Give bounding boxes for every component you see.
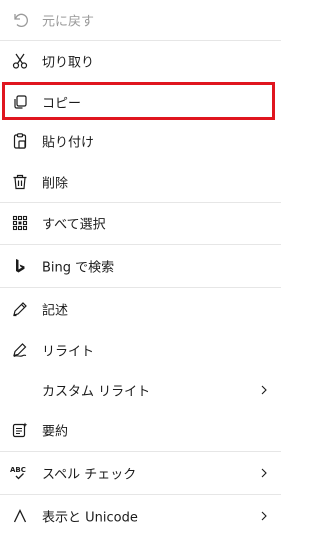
menu-item-display-unicode[interactable]: 表示と Unicode xyxy=(0,496,281,536)
separator xyxy=(0,494,281,495)
spellcheck-icon: ABC xyxy=(10,463,30,483)
menu-item-label: すべて選択 xyxy=(42,217,106,233)
menu-item-label: 元に戻す xyxy=(42,14,95,30)
menu-item-undo[interactable]: 元に戻す xyxy=(0,0,281,40)
trash-icon xyxy=(10,172,30,192)
menu-item-delete[interactable]: 削除 xyxy=(0,162,281,202)
separator xyxy=(0,451,281,452)
separator xyxy=(0,287,281,288)
unicode-caret-icon xyxy=(10,506,30,526)
menu-item-label: 貼り付け xyxy=(42,135,95,151)
menu-item-paste[interactable]: 貼り付け xyxy=(0,121,281,161)
menu-item-label: 表示と Unicode xyxy=(42,510,138,526)
menu-item-label: コピー xyxy=(42,96,82,112)
menu-item-custom-rewrite[interactable]: カスタム リライト xyxy=(0,370,281,410)
menu-item-label: 切り取り xyxy=(42,55,95,71)
menu-item-rewrite[interactable]: リライト xyxy=(0,330,281,370)
copy-icon xyxy=(10,92,30,112)
undo-icon xyxy=(10,10,30,30)
chevron-right-icon xyxy=(259,468,269,478)
menu-item-summarize[interactable]: 要約 xyxy=(0,410,281,450)
menu-item-label: 要約 xyxy=(42,424,69,440)
svg-text:ABC: ABC xyxy=(10,466,26,474)
menu-item-spell-check[interactable]: ABC スペル チェック xyxy=(0,453,281,493)
menu-item-write[interactable]: 記述 xyxy=(0,289,281,329)
menu-item-cut[interactable]: 切り取り xyxy=(0,41,281,81)
menu-item-bing-search[interactable]: Bing で検索 xyxy=(0,246,281,286)
menu-item-label: スペル チェック xyxy=(42,467,137,483)
scissors-icon xyxy=(10,51,30,71)
menu-item-copy[interactable]: コピー xyxy=(0,82,281,122)
bing-icon xyxy=(10,256,30,276)
summarize-icon xyxy=(10,420,30,440)
menu-item-label: 記述 xyxy=(42,303,69,319)
separator xyxy=(0,244,281,245)
context-menu: 元に戻す 切り取り コピー 貼り付け 削除 すべて選択 Bing で検索 記述 … xyxy=(0,0,281,536)
menu-item-select-all[interactable]: すべて選択 xyxy=(0,203,281,243)
clipboard-icon xyxy=(10,131,30,151)
chevron-right-icon xyxy=(259,511,269,521)
menu-item-label: 削除 xyxy=(42,176,69,192)
menu-item-label: カスタム リライト xyxy=(42,384,151,400)
menu-item-label: リライト xyxy=(42,344,95,360)
pen-icon xyxy=(10,299,30,319)
chevron-right-icon xyxy=(259,385,269,395)
menu-item-label: Bing で検索 xyxy=(42,260,115,276)
select-all-icon xyxy=(10,213,30,233)
rewrite-icon xyxy=(10,340,30,360)
